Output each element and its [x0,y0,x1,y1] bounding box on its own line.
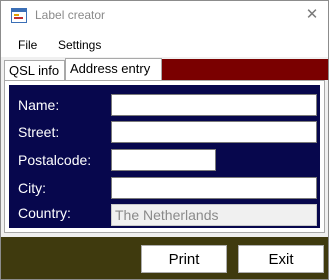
address-entry-panel: Name: Street: Postalcode: City: Country: [4,80,325,233]
postalcode-field[interactable] [111,149,216,171]
name-label: Name: [18,97,60,113]
tab-address-entry[interactable]: Address entry [65,58,162,80]
street-label: Street: [18,124,60,140]
menu-bar: File Settings [1,31,328,57]
tab-qsl-info[interactable]: QSL info [4,60,65,80]
city-label: City: [18,180,46,196]
menu-settings[interactable]: Settings [58,38,101,52]
country-field[interactable] [111,204,317,226]
label-creator-window: Label creator ✕ File Settings QSL info A… [0,0,329,280]
button-bar: Print Exit [1,237,328,279]
exit-button[interactable]: Exit [238,245,324,273]
app-form-icon [11,8,27,23]
title-bar[interactable]: Label creator ✕ [1,1,328,31]
window-title: Label creator [35,8,106,22]
street-field[interactable] [111,121,317,143]
tab-strip-accent [162,59,328,80]
address-form: Name: Street: Postalcode: City: Country: [9,85,320,228]
country-label: Country: [18,205,71,221]
print-button[interactable]: Print [141,245,227,273]
close-icon[interactable]: ✕ [302,5,322,25]
name-field[interactable] [111,94,317,116]
tab-strip: QSL info Address entry [1,57,328,80]
postalcode-label: Postalcode: [18,152,92,168]
city-field[interactable] [111,177,317,199]
menu-file[interactable]: File [18,38,37,52]
